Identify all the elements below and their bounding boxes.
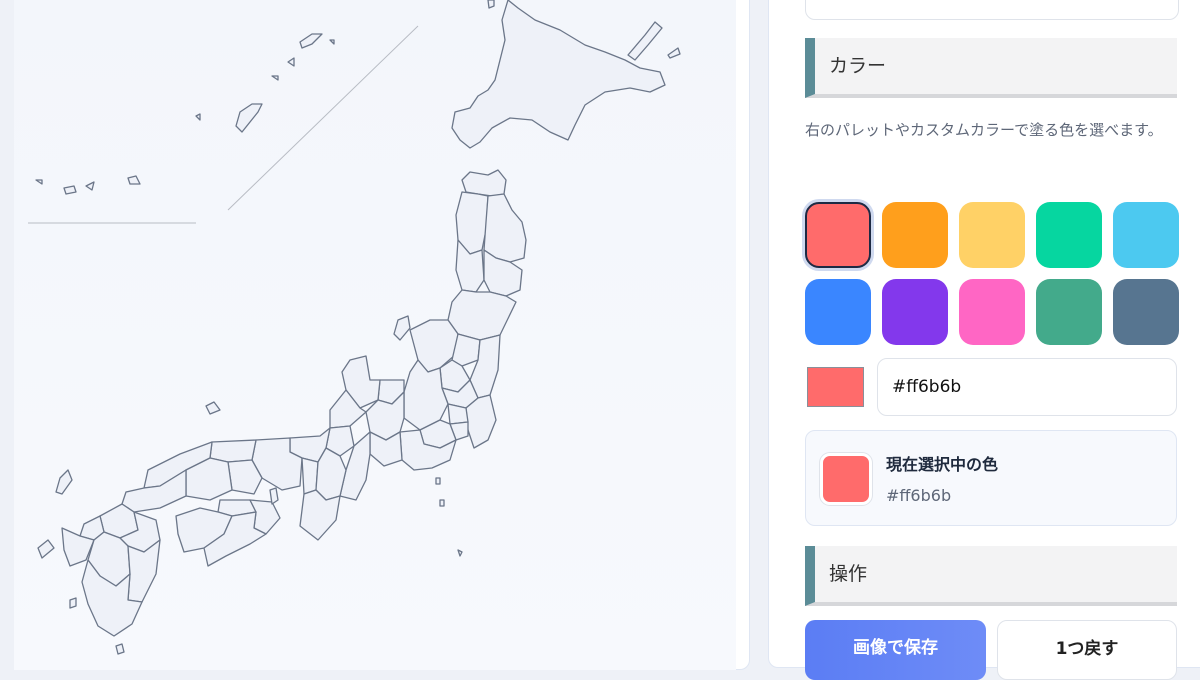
palette-swatch-yellow[interactable] — [959, 202, 1025, 268]
palette-swatch-sky[interactable] — [1113, 202, 1179, 268]
island-okinawa-1[interactable] — [235, 103, 263, 133]
current-color-swatch — [820, 453, 872, 505]
island-oki[interactable] — [205, 401, 221, 415]
palette-swatch-slate[interactable] — [1113, 279, 1179, 345]
palette-swatch-purple[interactable] — [882, 279, 948, 345]
color-hint-text: 右のパレットやカスタムカラーで塗る色を選べます。 — [805, 121, 1163, 139]
prefecture-fukushima[interactable] — [447, 289, 517, 341]
island-sakishima-4[interactable] — [35, 179, 43, 185]
palette-swatch-blue[interactable] — [805, 279, 871, 345]
palette-swatch-green[interactable] — [1036, 279, 1102, 345]
current-color-card: 現在選択中の色 #ff6b6b — [805, 430, 1177, 526]
island-izu-2[interactable] — [439, 499, 445, 507]
palette-swatch-pink[interactable] — [959, 279, 1025, 345]
island-tsushima[interactable] — [55, 469, 73, 495]
island-izu-1[interactable] — [435, 477, 441, 485]
prefecture-iwate[interactable] — [483, 193, 527, 263]
island-izu-3[interactable] — [457, 549, 463, 557]
prefecture-wakayama[interactable] — [299, 489, 341, 541]
inset-divider-diagonal — [227, 25, 419, 211]
color-section-header: カラー — [805, 38, 1177, 98]
island-okinawa-5[interactable] — [299, 33, 323, 49]
custom-color-preview[interactable] — [807, 367, 864, 407]
island-sakishima-2[interactable] — [85, 181, 95, 191]
japan-map[interactable] — [14, 0, 736, 670]
palette-swatch-orange[interactable] — [882, 202, 948, 268]
undo-button[interactable]: 1つ戻す — [997, 620, 1177, 680]
custom-color-hex-input[interactable] — [877, 358, 1177, 416]
prefecture-hokkaido[interactable] — [451, 0, 666, 149]
japan-map-svg[interactable] — [14, 0, 736, 670]
island-sakishima-1[interactable] — [63, 185, 77, 195]
island-goto[interactable] — [37, 539, 55, 559]
save-image-button[interactable]: 画像で保存 — [805, 620, 986, 680]
prefecture-tottori[interactable] — [209, 439, 257, 463]
island-awaji[interactable] — [269, 487, 279, 505]
island-sado[interactable] — [393, 315, 411, 341]
island-okinawa-6[interactable] — [329, 39, 335, 45]
current-color-title: 現在選択中の色 — [886, 455, 999, 474]
palette-swatch-teal[interactable] — [1036, 202, 1102, 268]
island-sakishima-3[interactable] — [127, 175, 141, 185]
island-yaku[interactable] — [69, 597, 77, 609]
islands-kuril[interactable] — [627, 21, 663, 61]
operations-section-header: 操作 — [805, 546, 1177, 606]
island-kuril-2[interactable] — [667, 47, 681, 59]
island-oshima[interactable] — [115, 643, 125, 655]
island-okinawa-4[interactable] — [271, 75, 279, 81]
top-field[interactable] — [805, 0, 1179, 20]
island-north[interactable] — [487, 0, 495, 9]
palette-swatch-red[interactable] — [805, 202, 871, 268]
island-okinawa-2[interactable] — [195, 113, 201, 121]
island-okinawa-3[interactable] — [287, 57, 295, 67]
current-color-hex: #ff6b6b — [886, 486, 952, 505]
prefecture-aomori[interactable] — [461, 169, 507, 197]
